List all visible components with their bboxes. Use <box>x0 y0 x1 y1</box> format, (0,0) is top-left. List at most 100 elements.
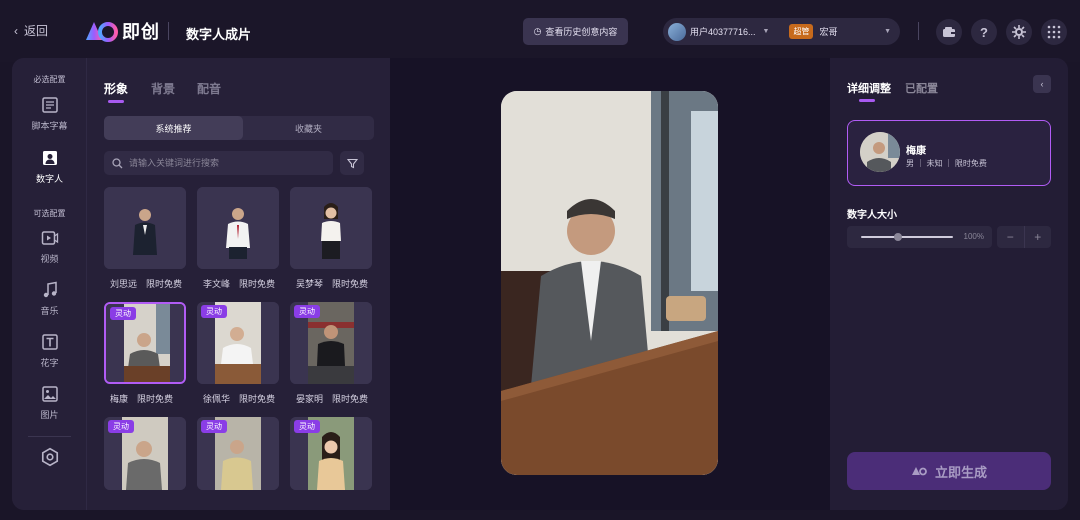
divider <box>28 436 71 437</box>
segment-recommended[interactable]: 系统推荐 <box>104 116 243 140</box>
back-button[interactable]: ‹ 返回 <box>14 22 48 39</box>
logo-icon <box>86 22 118 42</box>
logo: 即创 <box>84 18 160 44</box>
help-icon[interactable]: ? <box>971 19 997 45</box>
nav-label: 音乐 <box>40 306 59 316</box>
chevron-left-icon: ‹ <box>1040 79 1044 89</box>
card-name: 晏家明 <box>296 394 324 404</box>
history-label: 查看历史创意内容 <box>545 27 618 37</box>
card-label: 徐佩华 限时免费 <box>203 392 298 405</box>
tab-detail-adjust[interactable]: 详细调整 <box>847 80 891 96</box>
filter-button[interactable] <box>340 151 364 175</box>
nav-label: 数字人 <box>35 174 63 184</box>
minus-button[interactable]: − <box>997 226 1024 248</box>
size-slider[interactable]: 100% <box>847 226 992 248</box>
image-icon <box>41 386 58 402</box>
selected-avatar-card[interactable]: 梅康 男 ｜ 未知 ｜ 限时免费 <box>847 120 1051 186</box>
apps-grid-icon[interactable] <box>1041 19 1067 45</box>
size-stepper: − + <box>997 226 1051 248</box>
filter-icon <box>346 158 358 168</box>
card-name: 梅康 <box>110 394 129 404</box>
video-icon <box>41 231 58 245</box>
selected-avatar-meta: 男 ｜ 未知 ｜ 限时免费 <box>906 159 987 168</box>
chevron-left-icon: ‹ <box>14 23 18 38</box>
nav-item-digital-human[interactable]: 数字人 <box>12 149 87 185</box>
avatar-card-yan-jiaming[interactable]: 灵动 <box>290 302 372 384</box>
slider-handle[interactable] <box>893 233 902 241</box>
size-value: 100% <box>963 232 984 241</box>
active-tab-indicator <box>108 100 124 103</box>
card-label: 梅康 限时免费 <box>110 392 205 405</box>
tab-background[interactable]: 背景 <box>151 80 175 97</box>
nav-item-script[interactable]: 脚本字幕 <box>12 96 87 132</box>
avatar-card-liu-siyuan[interactable] <box>104 187 186 269</box>
history-button[interactable]: ◷ 查看历史创意内容 <box>523 18 628 45</box>
avatar-card-mei-kang[interactable]: 灵动 <box>104 302 186 384</box>
preview-area <box>390 58 830 510</box>
settings-icon[interactable] <box>1006 19 1032 45</box>
card-price: 限时免费 <box>332 279 369 289</box>
avatar-card-li-wenfeng[interactable] <box>197 187 279 269</box>
size-title: 数字人大小 <box>847 210 897 221</box>
avatar-selection-panel: 形象 背景 配音 系统推荐 收藏夹 刘思远限时免费 李文峰限时免费 吴梦琴限时免… <box>87 58 390 510</box>
hexagon-settings-icon <box>41 447 58 467</box>
tab-configured[interactable]: 已配置 <box>905 80 938 96</box>
required-section-label: 必选配置 <box>33 75 66 84</box>
nav-label: 图片 <box>40 410 59 420</box>
avatar-card-wu-mengqin[interactable] <box>290 187 372 269</box>
dynamic-tag: 灵动 <box>294 420 320 433</box>
workspace: 必选配置 脚本字幕 数字人 可选配置 视频 音乐 花字 图片 形象 背景 配音 … <box>12 58 1068 510</box>
tab-appearance[interactable]: 形象 <box>104 80 128 97</box>
avatar-card[interactable]: 灵动 <box>290 417 372 490</box>
card-label: 刘思远 限时免费 <box>110 277 205 290</box>
nav-label: 花字 <box>40 358 59 368</box>
card-name: 刘思远 <box>110 279 138 289</box>
search-icon <box>112 157 123 168</box>
divider <box>168 22 169 40</box>
nav-item-image[interactable]: 图片 <box>12 385 87 421</box>
text-icon <box>41 334 58 350</box>
card-label: 晏家明 限时免费 <box>296 392 391 405</box>
segment-favorites[interactable]: 收藏夹 <box>243 116 374 140</box>
user-account-selector[interactable]: 用户40377716... ▼ 超管 宏哥 ▼ <box>663 18 900 45</box>
wallet-icon[interactable] <box>936 19 962 45</box>
person-icon <box>42 151 57 165</box>
tab-voice[interactable]: 配音 <box>197 80 221 97</box>
nav-label: 视频 <box>40 254 59 264</box>
card-price: 限时免费 <box>239 279 276 289</box>
chevron-down-icon: ▼ <box>884 28 891 35</box>
nav-item-music[interactable]: 音乐 <box>12 281 87 317</box>
nav-item-fancy-text[interactable]: 花字 <box>12 333 87 369</box>
plus-button[interactable]: + <box>1025 226 1052 248</box>
nav-label: 脚本字幕 <box>31 121 68 131</box>
avatar-thumbnail <box>104 187 186 269</box>
config-nav: 必选配置 脚本字幕 数字人 可选配置 视频 音乐 花字 图片 <box>12 58 87 510</box>
card-label: 吴梦琴 限时免费 <box>296 277 391 290</box>
logo-icon <box>911 467 927 476</box>
card-name: 吴梦琴 <box>296 279 324 289</box>
collapse-button[interactable]: ‹ <box>1033 75 1051 93</box>
avatar-thumbnail <box>290 187 372 269</box>
avatar-card[interactable]: 灵动 <box>104 417 186 490</box>
avatar <box>860 132 900 172</box>
slider-track <box>861 236 953 238</box>
card-price: 限时免费 <box>137 394 174 404</box>
user-name: 用户40377716... <box>690 27 756 37</box>
avatar-card[interactable]: 灵动 <box>197 417 279 490</box>
avatar-card-xu-peihua[interactable]: 灵动 <box>197 302 279 384</box>
generate-label: 立即生成 <box>934 464 987 480</box>
dynamic-tag: 灵动 <box>110 307 136 320</box>
back-label: 返回 <box>24 24 49 38</box>
nav-item-more-settings[interactable] <box>12 447 87 472</box>
script-icon <box>41 97 58 113</box>
search-input[interactable] <box>129 158 329 168</box>
generate-button[interactable]: 立即生成 <box>847 452 1051 490</box>
card-name: 徐佩华 <box>203 394 231 404</box>
music-icon <box>43 281 57 298</box>
optional-section-label: 可选配置 <box>33 209 66 218</box>
avatar <box>668 22 686 41</box>
nav-item-video[interactable]: 视频 <box>12 229 87 265</box>
account-name: 宏哥 <box>819 27 838 37</box>
clock-icon: ◷ <box>533 26 542 36</box>
divider <box>918 22 919 40</box>
